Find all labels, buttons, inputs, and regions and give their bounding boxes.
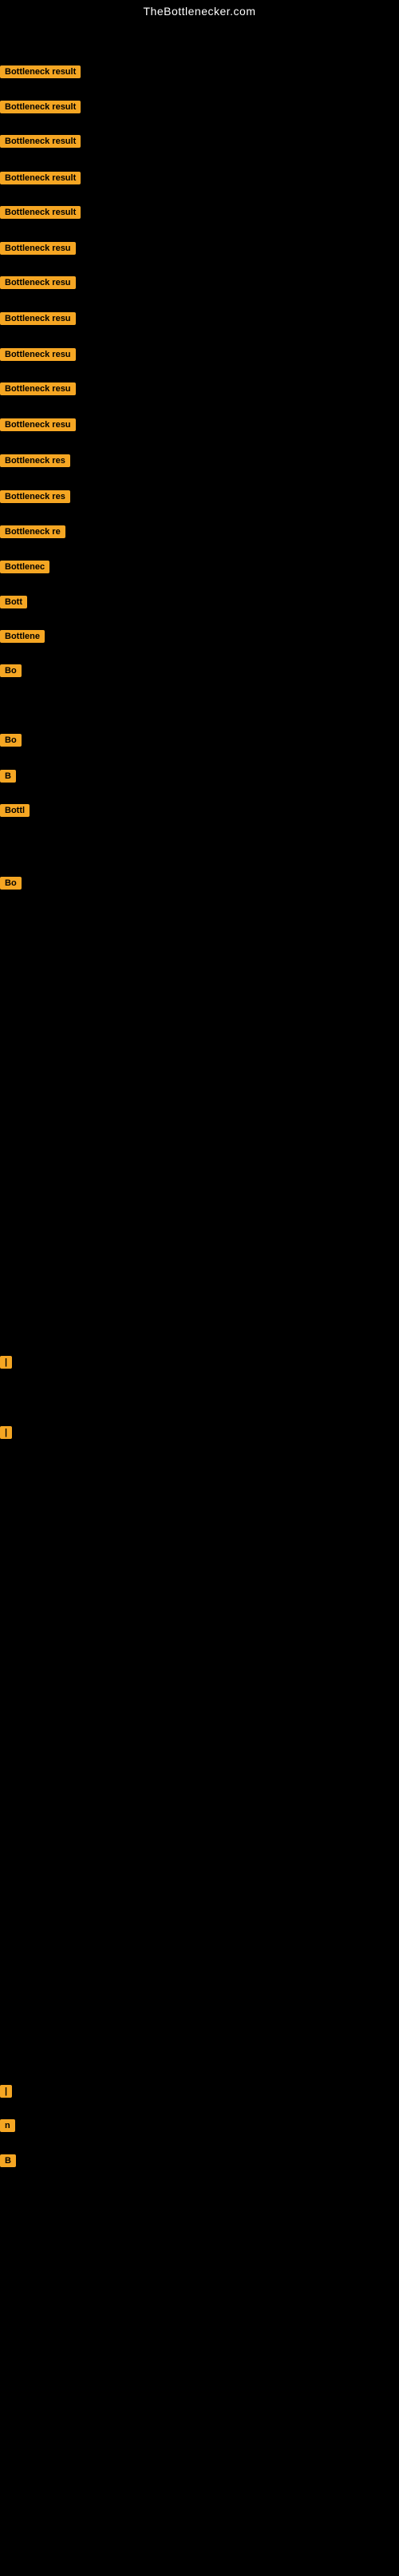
bottleneck-badge[interactable]: Bottleneck resu	[0, 312, 76, 325]
bottleneck-badge[interactable]: Bo	[0, 734, 22, 747]
bottleneck-badge[interactable]: |	[0, 1426, 12, 1439]
bottleneck-badge-row: Bottleneck result	[0, 172, 81, 184]
bottleneck-badge-row: Bottleneck res	[0, 454, 70, 467]
bottleneck-badge-row: B	[0, 2154, 16, 2167]
bottleneck-badge[interactable]: Bottleneck res	[0, 454, 70, 467]
bottleneck-badge-row: Bottleneck re	[0, 525, 65, 538]
bottleneck-badge-row: Bottleneck resu	[0, 312, 76, 325]
bottleneck-badge-row: Bottlenec	[0, 561, 49, 573]
bottleneck-badge-row: Bottleneck result	[0, 206, 81, 219]
bottleneck-badge[interactable]: B	[0, 2154, 16, 2167]
bottleneck-badge[interactable]: Bo	[0, 877, 22, 890]
bottleneck-badge[interactable]: Bottleneck resu	[0, 242, 76, 255]
site-title: TheBottlenecker.com	[0, 0, 399, 21]
bottleneck-badge-row: Bottleneck resu	[0, 348, 76, 361]
bottleneck-badge-row: |	[0, 2085, 12, 2098]
bottleneck-badge[interactable]: n	[0, 2119, 15, 2132]
bottleneck-badge[interactable]: Bottleneck resu	[0, 418, 76, 431]
bottleneck-badge-row: Bo	[0, 664, 22, 677]
bottleneck-badge[interactable]: Bo	[0, 664, 22, 677]
bottleneck-badge[interactable]: Bottleneck res	[0, 490, 70, 503]
bottleneck-badge-row: Bott	[0, 596, 27, 608]
bottleneck-badge[interactable]: |	[0, 2085, 12, 2098]
bottleneck-badge-row: Bo	[0, 877, 22, 890]
bottleneck-badge[interactable]: Bottleneck resu	[0, 382, 76, 395]
bottleneck-badge-row: B	[0, 770, 16, 783]
bottleneck-badge[interactable]: Bottleneck resu	[0, 276, 76, 289]
bottleneck-badge[interactable]: Bottleneck resu	[0, 348, 76, 361]
bottleneck-badge[interactable]: Bottlenec	[0, 561, 49, 573]
bottleneck-badge-row: Bottleneck resu	[0, 242, 76, 255]
bottleneck-badge-row: Bo	[0, 734, 22, 747]
bottleneck-badge[interactable]: Bottleneck result	[0, 101, 81, 113]
bottleneck-badge-row: |	[0, 1426, 12, 1439]
bottleneck-badge[interactable]: B	[0, 770, 16, 783]
bottleneck-badge[interactable]: Bottleneck result	[0, 135, 81, 148]
bottleneck-badge[interactable]: Bottleneck result	[0, 172, 81, 184]
bottleneck-badge[interactable]: Bottl	[0, 804, 30, 817]
bottleneck-badge[interactable]: |	[0, 1356, 12, 1369]
bottleneck-badge-row: Bottlene	[0, 630, 45, 643]
bottleneck-badge[interactable]: Bottleneck result	[0, 206, 81, 219]
bottleneck-badge-row: Bottleneck res	[0, 490, 70, 503]
bottleneck-badge-row: Bottleneck resu	[0, 418, 76, 431]
bottleneck-badge-row: Bottleneck result	[0, 135, 81, 148]
bottleneck-badge-row: Bottleneck resu	[0, 382, 76, 395]
bottleneck-badge-row: Bottleneck result	[0, 101, 81, 113]
bottleneck-badge-row: Bottleneck resu	[0, 276, 76, 289]
bottleneck-badge[interactable]: Bottlene	[0, 630, 45, 643]
bottleneck-badge-row: Bottl	[0, 804, 30, 817]
bottleneck-badge[interactable]: Bottleneck result	[0, 65, 81, 78]
bottleneck-badge[interactable]: Bott	[0, 596, 27, 608]
bottleneck-badge-row: Bottleneck result	[0, 65, 81, 78]
bottleneck-badge-row: n	[0, 2119, 15, 2132]
bottleneck-badge-row: |	[0, 1356, 12, 1369]
bottleneck-badge[interactable]: Bottleneck re	[0, 525, 65, 538]
